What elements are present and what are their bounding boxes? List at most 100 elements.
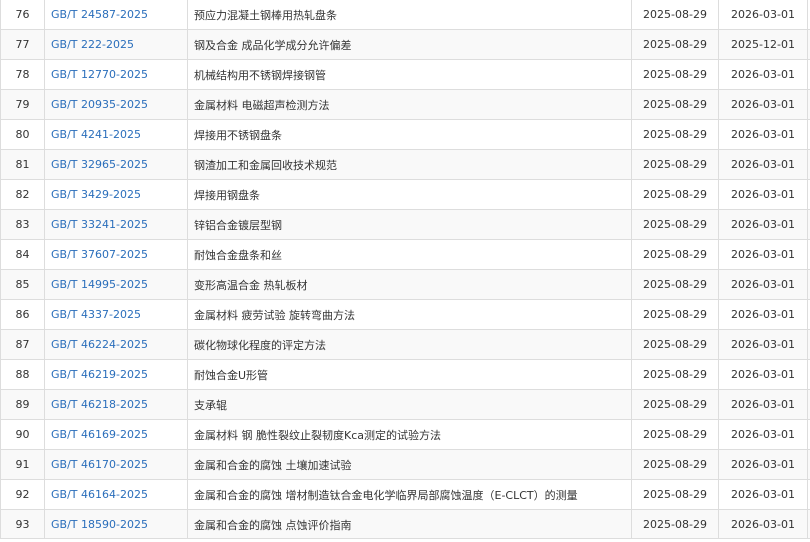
table-row: 93 GB/T 18590-2025 金属和合金的腐蚀 点蚀评价指南 2025-08-… bbox=[1, 510, 810, 540]
table-row: 79GB/T 20935-2025金属材料 电磁超声检测方法2025-08-29… bbox=[1, 90, 810, 120]
standard-code-link[interactable]: GB/T 46169-2025 bbox=[51, 428, 148, 441]
row-number: 88 bbox=[16, 368, 30, 381]
standard-code-link[interactable]: GB/T 46219-2025 bbox=[51, 368, 148, 381]
effective-date-cell: 2026-03-01 bbox=[719, 150, 808, 180]
publish-date-cell: 2025-08-29 bbox=[632, 480, 719, 510]
standard-code-link[interactable]: GB/T 24587-2025 bbox=[51, 8, 148, 21]
standard-code-cell: GB/T 46224-2025 bbox=[45, 330, 188, 360]
row-number-cell: 86 bbox=[1, 300, 45, 330]
row-number: 76 bbox=[16, 8, 30, 21]
row-number-cell: 77 bbox=[1, 30, 45, 60]
effective-date-cell: 2026-03-01 bbox=[719, 480, 808, 510]
effective-date: 2026-03-01 bbox=[731, 158, 795, 171]
publish-date: 2025-08-29 bbox=[643, 368, 707, 381]
standard-code-link[interactable]: GB/T 37607-2025 bbox=[51, 248, 148, 261]
standard-code-cell: GB/T 4241-2025 bbox=[45, 120, 188, 150]
standard-code-link[interactable]: GB/T 46218-2025 bbox=[51, 398, 148, 411]
row-number-cell: 87 bbox=[1, 330, 45, 360]
effective-date: 2026-03-01 bbox=[731, 68, 795, 81]
effective-date: 2026-03-01 bbox=[731, 278, 795, 291]
standard-code-cell: GB/T 32965-2025 bbox=[45, 150, 188, 180]
row-number: 93 bbox=[16, 518, 30, 531]
standard-code-cell: GB/T 4337-2025 bbox=[45, 300, 188, 330]
row-number-cell: 80 bbox=[1, 120, 45, 150]
standard-code-link[interactable]: GB/T 46170-2025 bbox=[51, 458, 148, 471]
standard-name: 金属和合金的腐蚀 点蚀评价指南 bbox=[194, 519, 352, 532]
row-number-cell: 90 bbox=[1, 420, 45, 450]
effective-date: 2026-03-01 bbox=[731, 458, 795, 471]
standard-name-cell: 焊接用不锈钢盘条 bbox=[188, 120, 632, 150]
row-number: 84 bbox=[16, 248, 30, 261]
table-row: 87GB/T 46224-2025碳化物球化程度的评定方法2025-08-292… bbox=[1, 330, 810, 360]
standard-code-cell: GB/T 3429-2025 bbox=[45, 180, 188, 210]
standard-code-link[interactable]: GB/T 222-2025 bbox=[51, 38, 134, 51]
publish-date-cell: 2025-08-29 bbox=[632, 0, 719, 30]
table-row: 90 GB/T 46169-2025 金属材料 钢 脆性裂纹止裂韧度Kca测定的试验… bbox=[1, 420, 810, 450]
standard-name: 锌铝合金镀层型钢 bbox=[194, 219, 282, 232]
table-row: 80GB/T 4241-2025焊接用不锈钢盘条2025-08-292026-0… bbox=[1, 120, 810, 150]
standard-name-cell: 金属和合金的腐蚀 土壤加速试验 bbox=[188, 450, 632, 480]
standard-code-cell: GB/T 46170-2025 bbox=[45, 450, 188, 480]
standard-code-cell: GB/T 46169-2025 bbox=[45, 420, 188, 450]
publish-date-cell: 2025-08-29 bbox=[632, 360, 719, 390]
table-row: 85 GB/T 14995-2025 变形高温合金 热轧板材 2025-08-29 20… bbox=[1, 270, 810, 300]
table-row: 84GB/T 37607-2025耐蚀合金盘条和丝2025-08-292026-… bbox=[1, 240, 810, 270]
standard-name: 机械结构用不锈钢焊接钢管 bbox=[194, 69, 326, 82]
standard-name: 金属材料 钢 脆性裂纹止裂韧度Kca测定的试验方法 bbox=[194, 429, 441, 442]
effective-date: 2026-03-01 bbox=[731, 8, 795, 21]
publish-date: 2025-08-29 bbox=[643, 278, 707, 291]
row-number: 87 bbox=[16, 338, 30, 351]
standard-code-cell: GB/T 20935-2025 bbox=[45, 90, 188, 120]
publish-date: 2025-08-29 bbox=[643, 8, 707, 21]
publish-date-cell: 2025-08-29 bbox=[632, 210, 719, 240]
standard-code-link[interactable]: GB/T 18590-2025 bbox=[51, 518, 148, 531]
standard-code-link[interactable]: GB/T 32965-2025 bbox=[51, 158, 148, 171]
standard-name-cell: 变形高温合金 热轧板材 bbox=[188, 270, 632, 300]
effective-date-cell: 2026-03-01 bbox=[719, 360, 808, 390]
standard-name: 金属和合金的腐蚀 土壤加速试验 bbox=[194, 459, 352, 472]
standard-code-link[interactable]: GB/T 12770-2025 bbox=[51, 68, 148, 81]
standard-code-link[interactable]: GB/T 46224-2025 bbox=[51, 338, 148, 351]
standard-name: 焊接用不锈钢盘条 bbox=[194, 129, 282, 142]
standard-name-cell: 金属材料 疲劳试验 旋转弯曲方法 bbox=[188, 300, 632, 330]
publish-date-cell: 2025-08-29 bbox=[632, 450, 719, 480]
publish-date-cell: 2025-08-29 bbox=[632, 300, 719, 330]
row-number-cell: 76 bbox=[1, 0, 45, 30]
standard-code-link[interactable]: GB/T 33241-2025 bbox=[51, 218, 148, 231]
standard-name: 预应力混凝土钢棒用热轧盘条 bbox=[194, 9, 337, 22]
standard-code-link[interactable]: GB/T 14995-2025 bbox=[51, 278, 148, 291]
row-number: 82 bbox=[16, 188, 30, 201]
effective-date-cell: 2026-03-01 bbox=[719, 510, 808, 540]
publish-date-cell: 2025-08-29 bbox=[632, 510, 719, 540]
publish-date: 2025-08-29 bbox=[643, 458, 707, 471]
publish-date-cell: 2025-08-29 bbox=[632, 90, 719, 120]
row-number-cell: 78 bbox=[1, 60, 45, 90]
standard-code-cell: GB/T 46219-2025 bbox=[45, 360, 188, 390]
standard-code-link[interactable]: GB/T 3429-2025 bbox=[51, 188, 141, 201]
standard-code-cell: GB/T 46218-2025 bbox=[45, 390, 188, 420]
publish-date: 2025-08-29 bbox=[643, 398, 707, 411]
table-row: 81GB/T 32965-2025钢渣加工和金属回收技术规范2025-08-29… bbox=[1, 150, 810, 180]
standard-code-link[interactable]: GB/T 46164-2025 bbox=[51, 488, 148, 501]
standard-code-link[interactable]: GB/T 20935-2025 bbox=[51, 98, 148, 111]
publish-date: 2025-08-29 bbox=[643, 38, 707, 51]
publish-date: 2025-08-29 bbox=[643, 248, 707, 261]
standard-code-link[interactable]: GB/T 4241-2025 bbox=[51, 128, 141, 141]
standard-name: 金属和合金的腐蚀 增材制造钛合金电化学临界局部腐蚀温度（E-CLCT）的测量 bbox=[194, 489, 578, 502]
publish-date-cell: 2025-08-29 bbox=[632, 420, 719, 450]
publish-date-cell: 2025-08-29 bbox=[632, 60, 719, 90]
table-body: 76 GB/T 24587-2025 预应力混凝土钢棒用热轧盘条 2025-08-29… bbox=[1, 0, 810, 540]
row-number-cell: 82 bbox=[1, 180, 45, 210]
row-number: 85 bbox=[16, 278, 30, 291]
effective-date: 2025-12-01 bbox=[731, 38, 795, 51]
publish-date: 2025-08-29 bbox=[643, 128, 707, 141]
row-number-cell: 84 bbox=[1, 240, 45, 270]
standard-code-cell: GB/T 18590-2025 bbox=[45, 510, 188, 540]
row-number: 80 bbox=[16, 128, 30, 141]
publish-date: 2025-08-29 bbox=[643, 308, 707, 321]
effective-date-cell: 2026-03-01 bbox=[719, 270, 808, 300]
standard-name-cell: 焊接用钢盘条 bbox=[188, 180, 632, 210]
standard-code-link[interactable]: GB/T 4337-2025 bbox=[51, 308, 141, 321]
row-number-cell: 88 bbox=[1, 360, 45, 390]
publish-date-cell: 2025-08-29 bbox=[632, 390, 719, 420]
